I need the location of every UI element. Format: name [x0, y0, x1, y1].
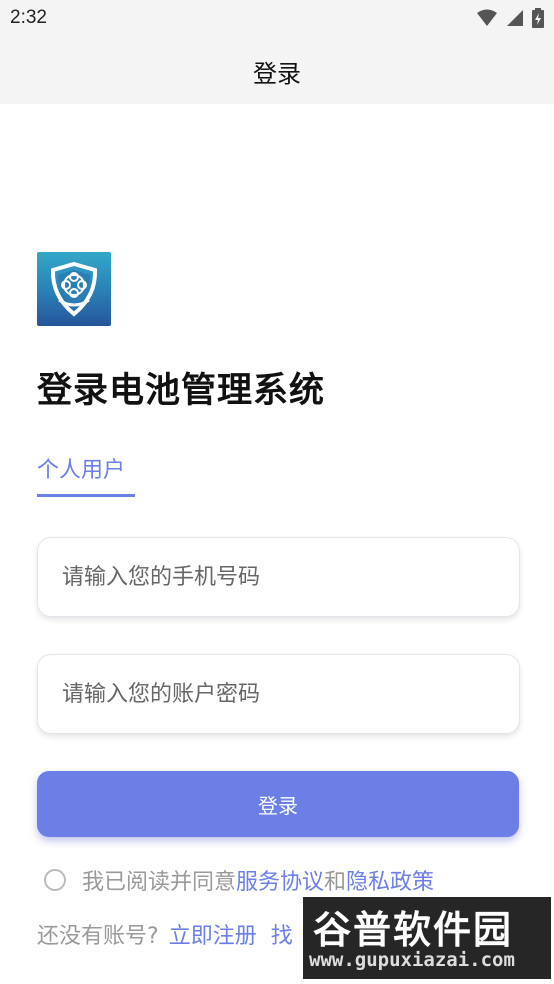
password-input[interactable] — [62, 655, 492, 733]
phone-field[interactable] — [37, 537, 520, 617]
privacy-policy-link[interactable]: 隐私政策 — [346, 864, 434, 896]
signal-icon — [507, 10, 523, 26]
tab-personal-user[interactable]: 个人用户 — [37, 452, 125, 484]
agreement-checkbox[interactable] — [44, 869, 66, 891]
agreement-text: 我已阅读并同意 — [82, 870, 237, 895]
phone-input[interactable] — [62, 538, 492, 616]
watermark-title: 谷普软件园 — [313, 908, 514, 952]
battery-icon — [532, 8, 544, 28]
password-field[interactable] — [37, 654, 520, 734]
service-agreement-link[interactable]: 服务协议 — [236, 864, 324, 896]
login-button[interactable]: 登录 — [37, 771, 519, 837]
agreement-row: 我已阅读并同意 服务协议 和 隐私政策 — [44, 864, 434, 896]
status-bar: 2:32 — [0, 0, 554, 38]
tab-active-indicator — [37, 494, 135, 497]
wifi-icon — [477, 9, 497, 26]
app-logo — [37, 252, 111, 326]
status-time: 2:32 — [10, 7, 47, 28]
register-link[interactable]: 立即注册 — [169, 918, 257, 950]
shield-logo-icon — [50, 261, 98, 317]
page-title: 登录电池管理系统 — [37, 371, 326, 411]
register-row: 还没有账号? 立即注册 找 — [37, 918, 293, 950]
agreement-and-text: 和 — [324, 870, 347, 895]
app-bar: 登录 — [0, 38, 554, 104]
register-prompt: 还没有账号? — [37, 924, 159, 949]
app-bar-title: 登录 — [253, 60, 301, 88]
status-icons — [476, 8, 544, 28]
watermark: 谷普软件园 www.gupuxiazai.com — [303, 897, 551, 979]
watermark-url: www.gupuxiazai.com — [309, 949, 515, 971]
secondary-link[interactable]: 找 — [271, 918, 293, 950]
